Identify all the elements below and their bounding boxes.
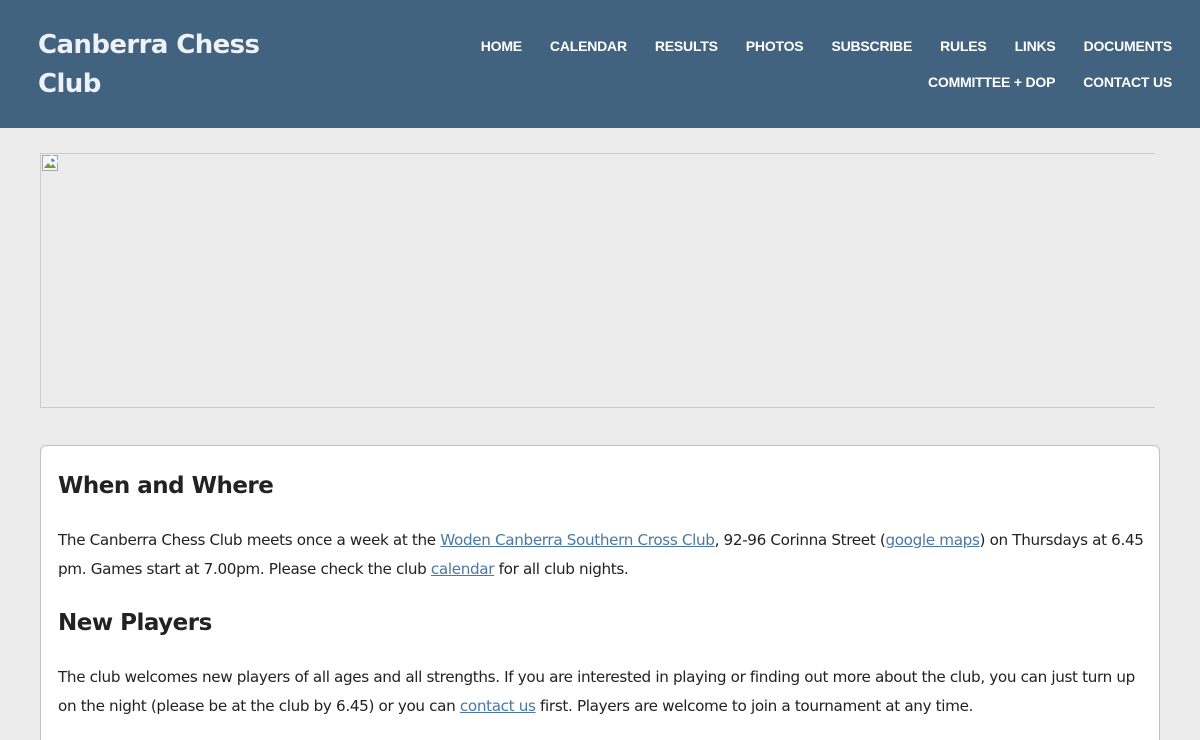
nav-rules[interactable]: RULES xyxy=(940,38,987,54)
content-card: When and Where The Canberra Chess Club m… xyxy=(40,445,1160,740)
nav-documents[interactable]: DOCUMENTS xyxy=(1084,38,1173,54)
nav-calendar[interactable]: CALENDAR xyxy=(550,38,627,54)
main-nav-row-1: HOME CALENDAR RESULTS PHOTOS SUBSCRIBE R… xyxy=(453,38,1172,54)
link-calendar[interactable]: calendar xyxy=(431,560,495,578)
link-venue[interactable]: Woden Canberra Southern Cross Club xyxy=(440,531,715,549)
link-google-maps[interactable]: google maps xyxy=(885,531,979,549)
heading-new-players: New Players xyxy=(58,610,212,636)
text-segment: for all club nights. xyxy=(494,560,629,578)
site-header: Canberra Chess Club HOME CALENDAR RESULT… xyxy=(0,0,1200,128)
hero-image-placeholder xyxy=(40,153,1155,408)
nav-links[interactable]: LINKS xyxy=(1015,38,1056,54)
nav-photos[interactable]: PHOTOS xyxy=(746,38,804,54)
broken-image-icon xyxy=(42,155,58,171)
site-title-link[interactable]: Canberra Chess Club xyxy=(38,26,288,104)
text-segment: , 92-96 Corinna Street ( xyxy=(714,531,886,549)
text-segment: first. Players are welcome to join a tou… xyxy=(535,697,974,715)
paragraph-new-players: The club welcomes new players of all age… xyxy=(58,663,1148,721)
nav-contact-us[interactable]: CONTACT US xyxy=(1083,74,1172,90)
nav-results[interactable]: RESULTS xyxy=(655,38,718,54)
nav-home[interactable]: HOME xyxy=(481,38,522,54)
link-contact-us[interactable]: contact us xyxy=(460,697,536,715)
text-segment: The Canberra Chess Club meets once a wee… xyxy=(58,531,441,549)
paragraph-when-and-where: The Canberra Chess Club meets once a wee… xyxy=(58,526,1148,584)
heading-when-and-where: When and Where xyxy=(58,473,274,499)
main-nav-row-2: COMMITTEE + DOP CONTACT US xyxy=(900,74,1172,90)
nav-committee-dop[interactable]: COMMITTEE + DOP xyxy=(928,74,1055,90)
nav-subscribe[interactable]: SUBSCRIBE xyxy=(831,38,912,54)
